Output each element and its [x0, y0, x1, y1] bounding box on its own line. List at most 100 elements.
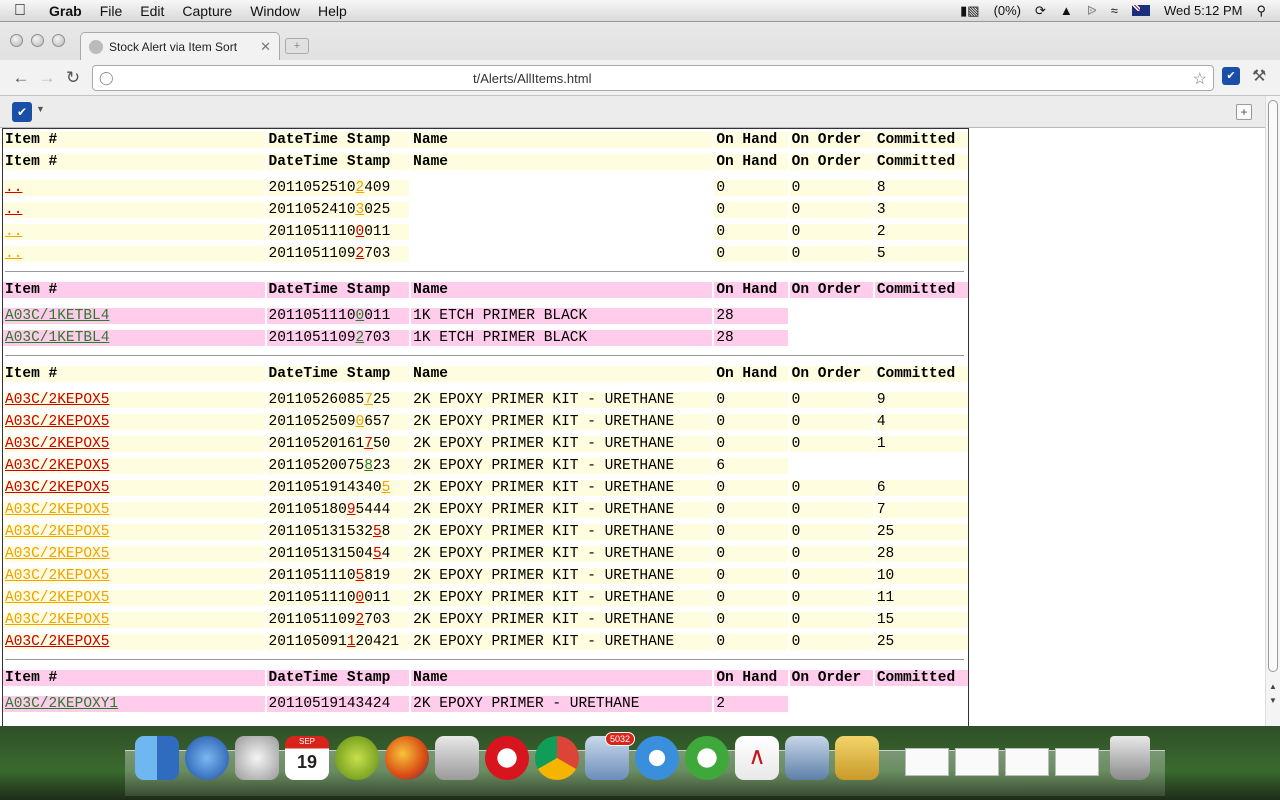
menu-item-window[interactable]: Window: [241, 3, 309, 19]
item-link[interactable]: A03C/2KEPOX5: [5, 568, 109, 584]
item-link[interactable]: A03C/2KEPOX5: [5, 524, 109, 540]
firefox-icon[interactable]: [385, 736, 429, 780]
mail-icon[interactable]: 5032: [585, 732, 635, 780]
opera-icon[interactable]: [485, 736, 529, 780]
minimized-window[interactable]: [955, 748, 999, 776]
menu-app-name[interactable]: Grab: [40, 3, 91, 19]
stamp-prefix: 2011051109: [268, 246, 356, 262]
preview-icon[interactable]: [785, 736, 829, 780]
stamp-highlight-digit: 0: [355, 590, 365, 606]
calendar-icon[interactable]: 19 SEP: [285, 736, 329, 780]
bluetooth-icon[interactable]: ᐉ: [1087, 3, 1097, 19]
item-link[interactable]: A03C/2KEPOX5: [5, 546, 109, 562]
scroll-up-arrow-icon[interactable]: ▲: [1269, 682, 1277, 691]
itunes-icon[interactable]: [185, 736, 229, 780]
item-number-cell: A03C/2KEPOX5: [3, 502, 265, 518]
item-link[interactable]: ..: [5, 202, 22, 218]
item-link[interactable]: ..: [5, 246, 22, 262]
scroll-down-arrow-icon[interactable]: ▼: [1269, 696, 1277, 705]
menu-item-capture[interactable]: Capture: [173, 3, 241, 19]
item-link[interactable]: A03C/1KETBL4: [5, 308, 109, 324]
battery-icon[interactable]: ▮▧: [960, 3, 979, 19]
stamp-prefix: 2011051110: [268, 308, 356, 324]
minimized-window[interactable]: [1055, 748, 1099, 776]
finder-icon[interactable]: [135, 736, 179, 780]
trash-icon[interactable]: [1110, 736, 1150, 780]
safari-icon[interactable]: [635, 736, 679, 780]
stamp-suffix: 703: [364, 330, 391, 346]
browser-tab[interactable]: Stock Alert via Item Sort ✕: [80, 32, 280, 60]
column-header-row: Item # DateTime Stamp Name On Hand On Order C…: [3, 151, 968, 173]
spotlight-search-icon[interactable]: ⚲: [1256, 3, 1266, 19]
column-header: On Hand: [714, 366, 788, 382]
minimize-window-button[interactable]: [31, 34, 44, 47]
new-tab-button[interactable]: +: [285, 38, 309, 54]
calendar-day: 19: [296, 752, 318, 772]
group-divider: [3, 349, 968, 363]
item-link[interactable]: A03C/2KEPOXY1: [5, 696, 118, 712]
chevron-down-icon[interactable]: ▼: [36, 104, 45, 114]
name-cell: 2K EPOXY PRIMER KIT - URETHANE: [411, 568, 713, 584]
committed-cell: 11: [874, 590, 968, 606]
item-link[interactable]: A03C/2KEPOX5: [5, 634, 109, 650]
stamp-prefix: 2011052509: [268, 414, 356, 430]
item-link[interactable]: A03C/2KEPOX5: [5, 612, 109, 628]
evernote-icon[interactable]: [235, 736, 279, 780]
stamp-prefix: 20110526085: [268, 392, 365, 408]
extension-icon[interactable]: ✔: [1222, 67, 1240, 85]
minimized-window[interactable]: [1005, 748, 1049, 776]
input-flag-icon[interactable]: [1131, 5, 1150, 16]
column-header: DateTime Stamp: [266, 132, 410, 148]
utorrent-icon[interactable]: [685, 736, 729, 780]
tab-close-icon[interactable]: ✕: [260, 39, 271, 55]
column-header: On Order: [789, 670, 873, 686]
add-panel-button[interactable]: +: [1236, 104, 1252, 120]
menu-item-help[interactable]: Help: [309, 3, 356, 19]
paint-icon[interactable]: [835, 736, 879, 780]
menu-item-edit[interactable]: Edit: [131, 3, 173, 19]
wifi-icon[interactable]: ≈: [1111, 3, 1118, 18]
item-link[interactable]: A03C/2KEPOX5: [5, 480, 109, 496]
acrobat-icon[interactable]: ∧: [735, 736, 779, 780]
stamp-suffix: 011: [364, 224, 391, 240]
item-number-cell: A03C/2KEPOX5: [3, 480, 265, 496]
wrench-menu-icon[interactable]: ⚒: [1252, 66, 1266, 86]
chrome-icon[interactable]: [535, 736, 579, 780]
item-link[interactable]: A03C/1KETBL4: [5, 330, 109, 346]
time-machine-icon[interactable]: ⟳: [1035, 3, 1046, 19]
item-link[interactable]: ..: [5, 224, 22, 240]
item-link[interactable]: A03C/2KEPOX5: [5, 590, 109, 606]
back-icon[interactable]: ←: [8, 68, 34, 88]
table-row: A03C/2KEPOX5 20110520161750 2K EPOXY PRIME…: [3, 433, 968, 455]
volume-icon[interactable]: ▲: [1060, 3, 1073, 18]
column-header: DateTime Stamp: [266, 282, 410, 298]
reload-icon[interactable]: ↻: [60, 68, 86, 88]
committed-cell: 25: [874, 524, 968, 540]
item-link[interactable]: A03C/2KEPOX5: [5, 436, 109, 452]
zoom-window-button[interactable]: [52, 34, 65, 47]
scrollbar-thumb[interactable]: [1268, 100, 1278, 672]
scissors-icon[interactable]: [435, 736, 479, 780]
on-hand-cell: 28: [714, 330, 788, 346]
apple-menu-icon[interactable]: : [0, 2, 40, 20]
close-window-button[interactable]: [10, 34, 23, 47]
item-link[interactable]: A03C/2KEPOX5: [5, 502, 109, 518]
forward-icon[interactable]: →: [34, 68, 60, 88]
item-link[interactable]: A03C/2KEPOX5: [5, 414, 109, 430]
minimized-window[interactable]: [905, 748, 949, 776]
name-cell: 2K EPOXY PRIMER KIT - URETHANE: [411, 458, 713, 474]
item-link[interactable]: A03C/2KEPOX5: [5, 458, 109, 474]
item-link[interactable]: A03C/2KEPOX5: [5, 392, 109, 408]
on-hand-cell: 0: [714, 436, 788, 452]
vnc-viewer-icon[interactable]: [335, 736, 379, 780]
address-bar[interactable]: ◯ t/Alerts/AllItems.html ☆: [92, 65, 1214, 91]
item-number-cell: ..: [3, 202, 265, 218]
item-link[interactable]: ..: [5, 180, 22, 196]
page-scrollbar[interactable]: ▲ ▼: [1265, 96, 1280, 726]
menu-item-file[interactable]: File: [91, 3, 132, 19]
clock[interactable]: Wed 5:12 PM: [1164, 3, 1243, 18]
datetime-stamp-cell: 20110511092703: [266, 330, 410, 346]
bookmark-star-icon[interactable]: ☆: [1193, 69, 1207, 89]
column-header: DateTime Stamp: [266, 154, 410, 170]
extension-button-icon[interactable]: ✔: [12, 102, 32, 122]
